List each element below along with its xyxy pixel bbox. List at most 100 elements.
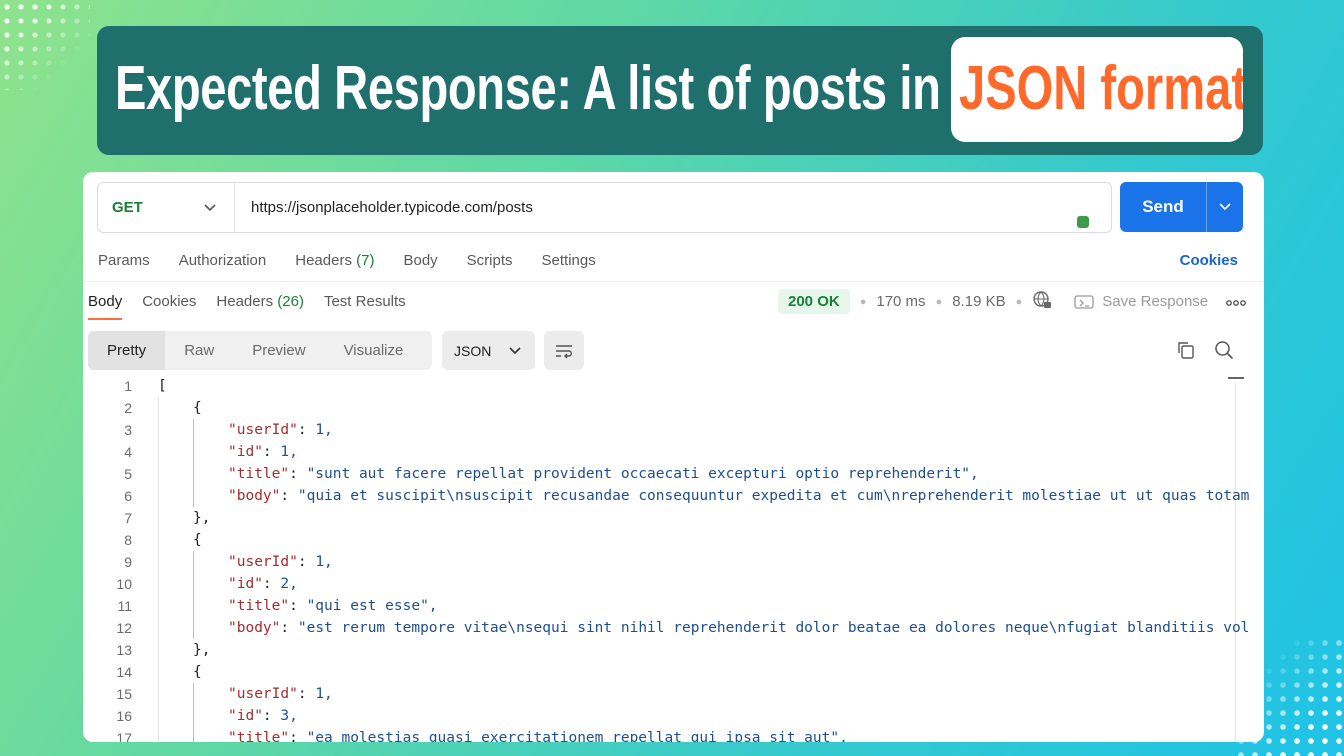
json-key: "userId" [228, 554, 298, 570]
view-pretty[interactable]: Pretty [88, 331, 166, 370]
copy-icon[interactable] [1176, 340, 1196, 365]
save-icon [1074, 294, 1094, 309]
banner-title: Expected Response: A list of posts in [115, 54, 941, 123]
send-label: Send [1142, 197, 1184, 216]
dot-separator: ● [859, 295, 867, 308]
line-number: 13 [116, 642, 132, 658]
code-line: 16 "id": 3, [83, 705, 1253, 727]
json-colon: : [280, 620, 298, 636]
chevron-down-icon [204, 200, 216, 215]
tab-settings[interactable]: Settings [542, 252, 596, 269]
line-number: 10 [116, 576, 132, 592]
line-number: 15 [116, 686, 132, 702]
more-options-icon[interactable] [1226, 293, 1247, 310]
tab-params[interactable]: Params [98, 252, 150, 269]
code-line: 8{ [83, 529, 1253, 551]
line-number: 14 [116, 664, 132, 680]
code-line: 3 "userId": 1, [83, 419, 1253, 441]
dot-separator: ● [935, 295, 943, 308]
code-text: "body": "est rerum tempore vitae\nsequi … [228, 617, 1249, 639]
json-value: "qui est esse", [306, 598, 438, 614]
json-value: 1, [280, 444, 298, 460]
json-colon: : [297, 554, 316, 570]
code-line: 12 "body": "est rerum tempore vitae\nsequ… [83, 617, 1253, 639]
json-colon: : [289, 730, 307, 742]
json-value: 1, [315, 422, 333, 438]
tab-test-results[interactable]: Test Results [324, 293, 406, 310]
indent-guide [193, 683, 194, 742]
line-number: 16 [116, 708, 132, 724]
code-text: "userId": 1, [228, 551, 333, 573]
code-line: 4 "id": 1, [83, 441, 1253, 463]
method-select[interactable]: GET [98, 183, 235, 232]
json-colon: : [262, 576, 281, 592]
wrap-lines-button[interactable] [544, 331, 584, 370]
dot-separator: ● [1015, 295, 1023, 308]
search-icon[interactable] [1214, 340, 1234, 365]
send-dropdown[interactable] [1206, 182, 1243, 232]
json-key: "title" [228, 598, 290, 614]
line-number: 17 [116, 730, 132, 742]
divider [83, 281, 1264, 282]
format-select[interactable]: JSON [442, 331, 535, 370]
save-response-label: Save Response [1102, 293, 1209, 310]
response-time[interactable]: 170 ms [876, 293, 925, 310]
code-text: { [193, 400, 202, 416]
send-button[interactable]: Send [1120, 182, 1243, 232]
code-text: "id": 3, [228, 705, 298, 727]
line-number: 8 [124, 532, 132, 548]
cookies-link[interactable]: Cookies [1180, 252, 1238, 269]
json-value: 1, [315, 686, 333, 702]
tab-headers[interactable]: Headers (7) [295, 252, 374, 269]
json-key: "id" [228, 576, 263, 592]
tab-response-cookies[interactable]: Cookies [142, 293, 196, 310]
line-number: 4 [124, 444, 132, 460]
view-raw[interactable]: Raw [165, 331, 233, 370]
response-status: 200 OK ● 170 ms ● 8.19 KB ● Save Respons… [778, 289, 1247, 314]
json-key: "userId" [228, 422, 298, 438]
json-value: "sunt aut facere repellat provident occa… [306, 466, 979, 482]
json-colon: : [297, 422, 316, 438]
chevron-down-icon [509, 346, 521, 354]
save-response-button[interactable]: Save Response [1074, 293, 1208, 310]
code-text: { [193, 532, 202, 548]
line-number: 5 [124, 466, 132, 482]
json-colon: : [297, 686, 316, 702]
status-indicator-icon [1077, 216, 1089, 228]
tab-response-body[interactable]: Body [88, 293, 123, 320]
globe-lock-icon[interactable] [1032, 290, 1052, 314]
json-colon: : [289, 466, 307, 482]
code-text: "id": 2, [228, 573, 298, 595]
tab-body[interactable]: Body [403, 252, 437, 269]
response-body-editor[interactable]: 1[2{3 "userId": 1, 4 "id": 1, 5 "title": "sun… [83, 373, 1253, 742]
json-value: "quia et suscipit\nsuscipit recusandae c… [297, 488, 1250, 504]
json-key: "body" [228, 620, 281, 636]
view-preview[interactable]: Preview [233, 331, 324, 370]
line-number: 1 [124, 378, 132, 394]
indent-guide [193, 419, 194, 507]
json-value: "ea molestias quasi exercitationem repel… [306, 730, 848, 742]
wrap-icon [556, 344, 572, 358]
json-value: 2, [280, 576, 298, 592]
decorative-dots [0, 0, 90, 90]
line-number: 6 [124, 488, 132, 504]
tab-response-headers[interactable]: Headers (26) [216, 293, 304, 310]
response-tools [1176, 340, 1234, 365]
tab-headers-label: Headers [295, 252, 352, 269]
code-line: 6 "body": "quia et suscipit\nsuscipit rec… [83, 485, 1253, 507]
code-text: "title": "sunt aut facere repellat provi… [228, 463, 979, 485]
tab-authorization[interactable]: Authorization [179, 252, 267, 269]
code-line: 7}, [83, 507, 1253, 529]
url-input[interactable]: https://jsonplaceholder.typicode.com/pos… [235, 199, 533, 216]
json-key: "title" [228, 466, 290, 482]
json-key: "id" [228, 444, 263, 460]
status-badge[interactable]: 200 OK [778, 289, 850, 314]
tab-scripts[interactable]: Scripts [467, 252, 513, 269]
view-visualize[interactable]: Visualize [325, 331, 423, 370]
json-colon: : [289, 598, 307, 614]
code-line: 13}, [83, 639, 1253, 661]
json-value: "est rerum tempore vitae\nsequi sint nih… [297, 620, 1250, 636]
response-size[interactable]: 8.19 KB [952, 293, 1005, 310]
code-text: { [193, 664, 202, 680]
code-line: 10 "id": 2, [83, 573, 1253, 595]
